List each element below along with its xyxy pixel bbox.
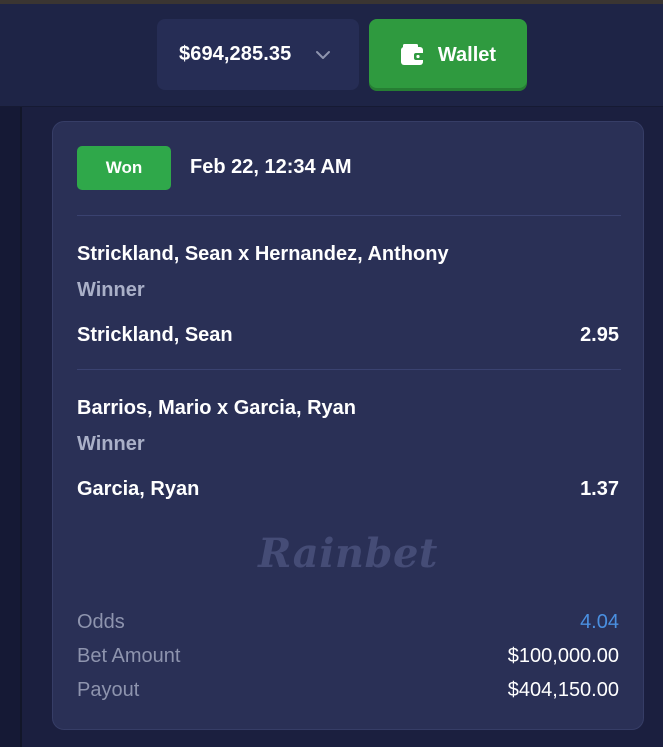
leg-1-event: Strickland, Sean x Hernandez, Anthony bbox=[77, 243, 449, 265]
leg-2-market: Winner bbox=[77, 433, 145, 455]
status-badge: Won bbox=[77, 146, 171, 190]
leg-2-selection: Garcia, Ryan bbox=[77, 478, 200, 500]
bet-detail-card: Won Feb 22, 12:34 AM Strickland, Sean x … bbox=[52, 121, 644, 730]
balance-amount: $694,285.35 bbox=[179, 43, 292, 65]
divider bbox=[77, 369, 621, 370]
left-sidebar-rail bbox=[0, 107, 20, 747]
total-odds-value: 4.04 bbox=[580, 611, 619, 633]
bet-date: Feb 22, 12:34 AM bbox=[190, 156, 352, 178]
leg-2-odds: 1.37 bbox=[580, 478, 619, 500]
wallet-button[interactable]: Wallet bbox=[369, 19, 527, 91]
leg-1-selection: Strickland, Sean bbox=[77, 324, 233, 346]
header-bar: $694,285.35 Wallet bbox=[0, 4, 663, 107]
payout-label: Payout bbox=[77, 679, 140, 701]
rainbet-watermark-logo: Rainbet bbox=[258, 530, 438, 577]
payout-value: $404,150.00 bbox=[507, 679, 619, 701]
wallet-label: Wallet bbox=[437, 43, 497, 66]
wallet-icon bbox=[400, 44, 425, 65]
odds-label: Odds bbox=[77, 611, 125, 633]
chevron-down-icon bbox=[316, 51, 330, 59]
balance-dropdown[interactable]: $694,285.35 bbox=[157, 19, 359, 90]
bet-amount-value: $100,000.00 bbox=[507, 645, 619, 667]
divider bbox=[77, 215, 621, 216]
leg-1-market: Winner bbox=[77, 279, 145, 301]
leg-1-odds: 2.95 bbox=[580, 324, 619, 346]
sidebar-edge bbox=[20, 107, 22, 747]
leg-2-event: Barrios, Mario x Garcia, Ryan bbox=[77, 397, 357, 419]
bet-amount-label: Bet Amount bbox=[77, 645, 181, 667]
